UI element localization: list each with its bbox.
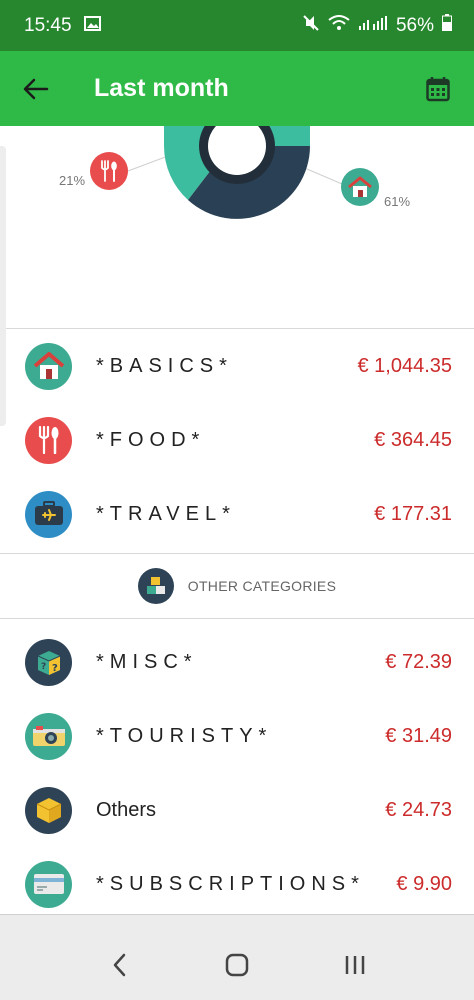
category-row-touristy[interactable]: *TOURISTY* € 31.49 (0, 699, 474, 773)
battery-icon (442, 14, 452, 37)
calendar-button[interactable] (402, 51, 474, 126)
chevron-left-icon (113, 953, 126, 977)
nav-home-button[interactable] (207, 935, 267, 995)
mystery-box-icon: ?? (25, 638, 72, 686)
back-button[interactable] (0, 51, 72, 126)
battery-text: 56% (395, 14, 434, 36)
category-row-food[interactable]: *FOOD* € 364.45 (0, 403, 474, 477)
category-name: *BASICS* (96, 354, 233, 377)
category-name: *FOOD* (96, 428, 206, 451)
category-amount: € 31.49 (385, 724, 452, 747)
svg-text:?: ? (41, 662, 46, 672)
category-amount: € 9.90 (396, 872, 452, 895)
home-square-icon (225, 953, 249, 977)
category-amount: € 72.39 (385, 650, 452, 673)
system-nav-bar (0, 930, 474, 1000)
status-bar: 15:45 56% (0, 0, 474, 51)
category-name: *SUBSCRIPTIONS* (96, 872, 365, 895)
fork-spoon-icon (25, 416, 72, 464)
nav-back-button[interactable] (89, 935, 149, 995)
svg-text:?: ? (52, 663, 58, 674)
category-row-subscriptions[interactable]: *SUBSCRIPTIONS* € 9.90 (0, 847, 474, 914)
signal-icon (358, 15, 388, 37)
category-row-travel[interactable]: *TRAVEL* € 177.31 (0, 477, 474, 551)
category-amount: € 364.45 (374, 428, 452, 451)
cubes-icon (137, 568, 174, 604)
calendar-icon (426, 76, 450, 101)
donut-chart: 21% 61% (0, 126, 474, 329)
scroll-indicator[interactable] (0, 146, 6, 426)
category-name: Others (96, 798, 157, 821)
page-title: Last month (94, 74, 229, 102)
suitcase-plane-icon (25, 490, 72, 538)
food-percent: 21% (59, 173, 86, 188)
food-chart-icon (90, 152, 128, 190)
house-icon (25, 342, 72, 390)
app-bar: Last month (0, 51, 474, 126)
basics-percent: 61% (384, 194, 411, 209)
category-name: *TOURISTY* (96, 724, 273, 747)
category-name: *MISC* (96, 650, 198, 673)
other-categories-header[interactable]: OTHER CATEGORIES (0, 553, 474, 619)
camera-icon (25, 712, 72, 760)
package-icon (25, 786, 72, 834)
summary-card: 21% 61% *BASICS* € 1,044.35 *FOOD* € 364… (0, 126, 474, 915)
category-amount: € 24.73 (385, 798, 452, 821)
other-categories-label: OTHER CATEGORIES (187, 578, 337, 594)
main-category-list: *BASICS* € 1,044.35 *FOOD* € 364.45 *TRA… (0, 329, 474, 551)
card-icon (25, 860, 72, 908)
category-row-others[interactable]: Others € 24.73 (0, 773, 474, 847)
nav-recents-button[interactable] (325, 935, 385, 995)
status-time: 15:45 (24, 14, 72, 36)
gallery-icon (83, 15, 101, 37)
mute-icon (302, 14, 320, 38)
arrow-left-icon (23, 78, 49, 99)
wifi-icon (328, 14, 350, 37)
house-chart-icon (341, 168, 379, 206)
category-row-misc[interactable]: ?? *MISC* € 72.39 (0, 625, 474, 699)
recents-icon (345, 956, 365, 974)
category-amount: € 177.31 (374, 502, 452, 525)
category-amount: € 1,044.35 (357, 354, 452, 377)
other-category-list: ?? *MISC* € 72.39 *TOURISTY* € 31.49 Oth… (0, 625, 474, 914)
category-name: *TRAVEL* (96, 502, 236, 525)
category-row-basics[interactable]: *BASICS* € 1,044.35 (0, 329, 474, 403)
